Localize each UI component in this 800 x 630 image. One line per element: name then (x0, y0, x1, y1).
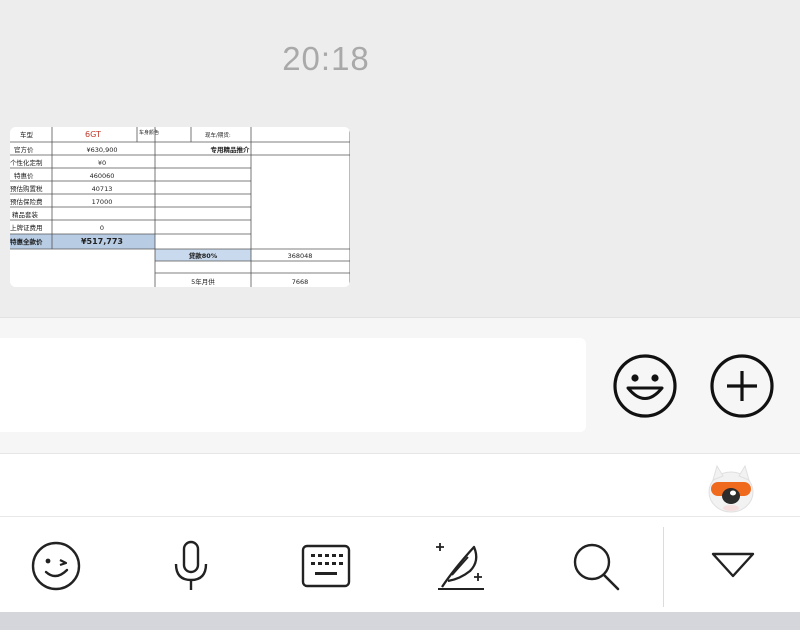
keyboard-toolbar (0, 516, 800, 612)
sheet-total-value: ¥517,773 (81, 237, 123, 246)
sheet-row-label: 预估购置税 (10, 184, 43, 193)
sheet-row-value: 17000 (92, 198, 113, 206)
sheet-monthly-label: 5年月供 (191, 277, 215, 286)
sheet-body-color-label: 车身颜色 (139, 129, 159, 136)
plus-icon (710, 354, 774, 418)
price-sheet-image: 车型 6GT 车身颜色 现车/期货: 专用精品推介 官方价 ¥630,900 个… (10, 127, 350, 287)
sheet-row-label: 特惠全款价 (10, 237, 43, 246)
sheet-loan-label: 贷款80% (189, 251, 218, 260)
sheet-row-label: 精品套装 (12, 210, 39, 219)
keyboard-icon (301, 544, 351, 588)
sheet-row-value: 460060 (90, 172, 115, 180)
message-timestamp: 20:18 (282, 40, 370, 77)
more-button[interactable] (709, 353, 775, 419)
sheet-monthly-value: 7668 (292, 278, 309, 286)
sheet-row-label: 个性化定制 (10, 158, 43, 167)
collapse-triangle-icon (711, 552, 755, 578)
handwriting-icon (436, 543, 484, 590)
collapse-keyboard-button[interactable] (706, 539, 760, 593)
emoji-icon (613, 354, 677, 418)
image-message[interactable]: 车型 6GT 车身颜色 现车/期货: 专用精品推介 官方价 ¥630,900 个… (10, 127, 350, 287)
microphone-icon (174, 540, 208, 590)
search-icon (573, 543, 620, 591)
sheet-car-type-label: 车型 (20, 130, 34, 139)
sheet-row-value: ¥630,900 (86, 146, 117, 154)
mascot-button[interactable] (707, 458, 755, 514)
emoji-button[interactable] (612, 353, 678, 419)
sheet-stock-label: 现车/期货: (205, 131, 231, 139)
sheet-row-label: 上牌证费用 (10, 223, 43, 232)
sheet-row-value: 0 (100, 224, 104, 232)
search-tool-button[interactable] (569, 539, 623, 593)
keyboard-tool-button[interactable] (299, 539, 353, 593)
emoji-tool-button[interactable] (29, 539, 83, 593)
emoji-wink-icon (31, 541, 81, 591)
sheet-row-value: ¥0 (98, 159, 106, 167)
input-bar (0, 317, 800, 453)
toolbar-divider (663, 527, 664, 607)
keyboard-top-edge (0, 612, 800, 630)
chat-area: 20:18 车型 6GT 车身颜色 现车/期货: 专用精品推介 官方价 ¥630… (0, 0, 800, 317)
sheet-loan-value: 368048 (288, 252, 313, 260)
sheet-row-label: 预估保险费 (10, 197, 43, 206)
sheet-row-label: 官方价 (14, 145, 34, 154)
handwriting-tool-button[interactable] (434, 539, 488, 593)
sheet-car-type-value: 6GT (85, 130, 101, 139)
message-input[interactable] (0, 338, 586, 432)
sheet-section-title: 专用精品推介 (211, 145, 251, 154)
sheet-row-value: 40713 (92, 185, 113, 193)
sheet-row-label: 特惠价 (14, 171, 34, 180)
suggestion-bar (0, 453, 800, 516)
voice-tool-button[interactable] (164, 539, 218, 593)
mascot-icon (708, 464, 754, 513)
